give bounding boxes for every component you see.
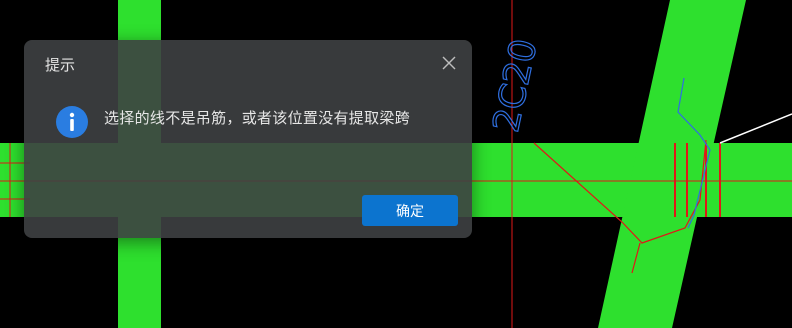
alert-dialog: 提示 选择的线不是吊筋，或者该位置没有提取梁跨 确定 [24,40,472,238]
white-leader-line [719,113,792,144]
dialog-message: 选择的线不是吊筋，或者该位置没有提取梁跨 [104,109,411,127]
ok-button[interactable]: 确定 [362,195,458,226]
rebar-annotation-text: 2C20 [486,35,546,135]
close-icon [442,56,456,70]
dialog-title: 提示 [45,56,76,74]
close-button[interactable] [440,54,458,72]
info-icon [56,106,88,138]
